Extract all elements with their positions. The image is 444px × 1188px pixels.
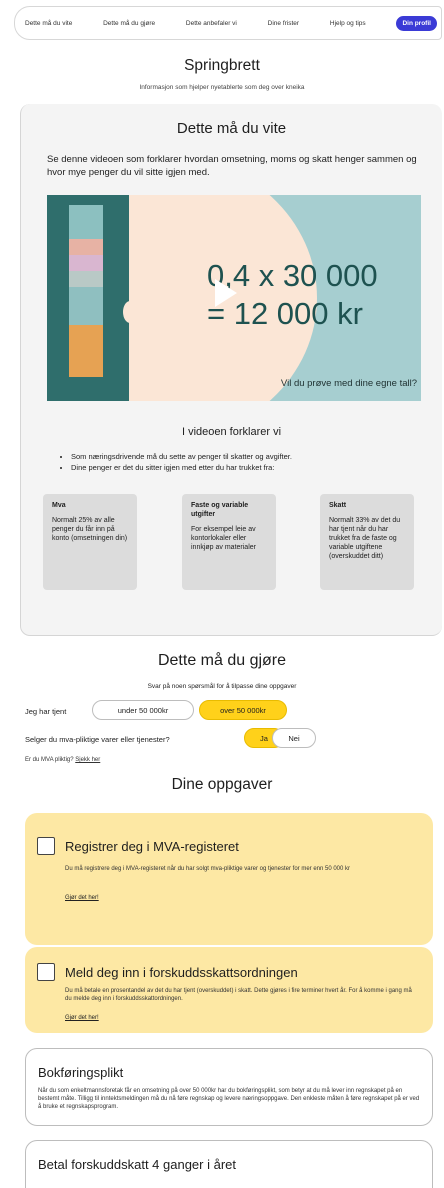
video-bar-segment	[69, 239, 103, 255]
task-title: Betal forskuddskatt 4 ganger i året	[38, 1157, 237, 1172]
task-card-bookkeeping: Bokføringsplikt Når du som enkeltmannsfo…	[25, 1048, 433, 1126]
video-bar-segment	[69, 205, 103, 239]
question-vat-label: Selger du mva-pliktige varer eller tjene…	[25, 735, 170, 744]
play-icon[interactable]	[215, 279, 237, 307]
option-under-50000[interactable]: under 50 000kr	[92, 700, 194, 720]
card-title: Mva	[52, 502, 66, 509]
card-title: Faste og variable utgifter	[191, 502, 249, 518]
section-know-intro: Se denne videoen som forklarer hvordan o…	[47, 154, 417, 178]
vat-help-text: Er du MVA pliktig?	[25, 757, 74, 763]
task-link[interactable]: Gjør det her!	[65, 895, 99, 901]
video-notch	[123, 301, 137, 323]
card-body: For eksempel leie av kontorlokaler eller…	[191, 526, 256, 551]
option-no[interactable]: Nei	[272, 728, 316, 748]
task-checkbox[interactable]	[37, 837, 55, 855]
nav-link-deadlines[interactable]: Dine frister	[268, 20, 299, 27]
question-income-label: Jeg har tjent	[25, 707, 67, 716]
video-bar-segment	[69, 325, 103, 377]
task-card-prepayment: Meld deg inn i forskuddsskattsordningen …	[25, 947, 433, 1033]
card-expenses: Faste og variable utgifter For eksempel …	[182, 494, 276, 590]
nav-link-recommend[interactable]: Dette anbefaler vi	[186, 20, 237, 27]
task-title: Bokføringsplikt	[38, 1065, 124, 1080]
explain-title: I videoen forklarer vi	[181, 426, 282, 438]
video-cta: Vil du prøve med dine egne tall?	[280, 378, 417, 389]
video-bar-segment	[69, 271, 103, 287]
page-title: Springbrett	[184, 57, 260, 74]
task-card-mva: Registrer deg i MVA-registeret Du må reg…	[25, 813, 433, 945]
card-body: Normalt 33% av det du har tjent når du h…	[329, 517, 401, 560]
page-subtitle: Informasjon som hjelper nyetablerte som …	[139, 84, 305, 91]
task-description: Du må betale en prosentandel av det du h…	[65, 988, 412, 1002]
section-know-title: Dette må du vite	[176, 120, 287, 137]
video-bar-segment	[69, 287, 103, 325]
card-mva: Mva Normalt 25% av alle penger du får in…	[43, 494, 137, 590]
vat-help: Er du MVA pliktig? Sjekk her	[25, 757, 100, 763]
nav-link-help[interactable]: Hjelp og tips	[330, 20, 366, 27]
section-do-subtitle: Svar på noen spørsmål for å tilpasse din…	[147, 683, 297, 690]
video-player[interactable]: 0,4 x 30 000 = 12 000 kr Vil du prøve me…	[47, 195, 421, 401]
top-navigation: Dette må du vite Dette må du gjøre Dette…	[14, 6, 442, 40]
task-card-pay-prepayment: Betal forskuddskatt 4 ganger i året	[25, 1140, 433, 1188]
nav-link-know[interactable]: Dette må du vite	[25, 20, 72, 27]
task-title: Meld deg inn i forskuddsskattsordningen	[65, 965, 298, 980]
nav-link-profile[interactable]: Din profil	[396, 15, 437, 31]
explain-item: Som næringsdrivende må du sette av penge…	[71, 451, 403, 462]
option-over-50000[interactable]: over 50 000kr	[199, 700, 287, 720]
tasks-title: Dine oppgaver	[171, 776, 273, 793]
task-link[interactable]: Gjør det her!	[65, 1015, 99, 1021]
nav-link-do[interactable]: Dette må du gjøre	[103, 20, 155, 27]
task-title: Registrer deg i MVA-registeret	[65, 839, 239, 854]
card-body: Normalt 25% av alle penger du får inn på…	[52, 517, 128, 542]
vat-help-link[interactable]: Sjekk her	[75, 757, 100, 763]
section-do-title: Dette må du gjøre	[157, 652, 287, 669]
card-title: Skatt	[329, 502, 347, 509]
task-checkbox[interactable]	[37, 963, 55, 981]
explain-item: Dine penger er det du sitter igjen med e…	[71, 462, 403, 473]
task-description: Du må registrere deg i MVA-registeret nå…	[65, 866, 351, 872]
card-tax: Skatt Normalt 33% av det du har tjent nå…	[320, 494, 414, 590]
section-know: Dette må du vite Se denne videoen som fo…	[20, 104, 442, 636]
video-bar-segment	[69, 255, 103, 271]
explain-list: Som næringsdrivende må du sette av penge…	[63, 451, 403, 473]
task-description: Når du som enkeltmannsforetak får en oms…	[38, 1088, 420, 1110]
